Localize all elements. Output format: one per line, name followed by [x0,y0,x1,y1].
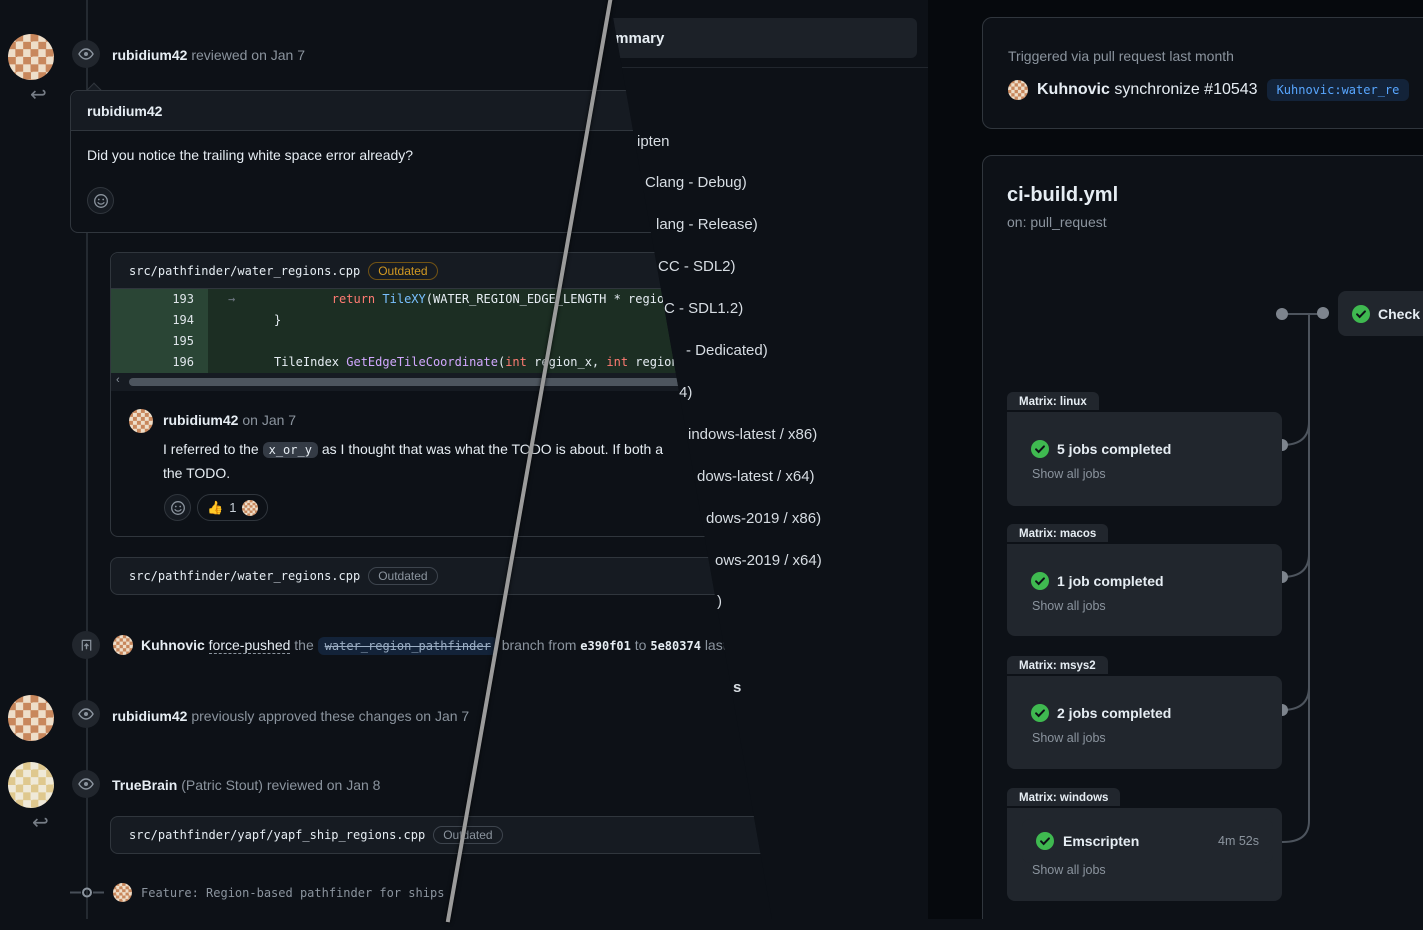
outdated-badge: Outdated [368,567,437,585]
check-circle-icon [1036,832,1054,850]
sidebar-job-item[interactable]: indows-latest / x86) [688,426,817,443]
sidebar-job-item[interactable]: dows-2019 / x86) [706,510,821,527]
show-all-jobs-link[interactable]: Show all jobs [1032,599,1106,613]
jobs-completed-label: 2 jobs completed [1057,705,1171,721]
emoji-reaction-button[interactable] [164,494,191,521]
review-author[interactable]: TrueBrain [112,777,177,793]
trigger-actor[interactable]: Kuhnovic [1037,81,1110,98]
scroll-left-arrow-icon[interactable]: ‹ [116,374,120,386]
workflow-graph-card: ci-build.yml on: pull_request Matrix: li… [982,155,1423,930]
matrix-tab: Matrix: linux [1007,392,1099,410]
job-node-msys2[interactable]: 2 jobs completed Show all jobs [1007,676,1282,769]
sidebar-job-item[interactable]: - Dedicated) [686,342,768,359]
line-number: 193 [111,289,208,310]
job-node-macos[interactable]: 1 job completed Show all jobs [1007,544,1282,636]
comment-author[interactable]: rubidium42 [87,103,162,119]
inline-code-chip: x_or_y [263,442,318,458]
line-number: 195 [111,331,208,352]
review-event-1: rubidium42 reviewed on Jan 7 [112,47,305,63]
show-all-jobs-link[interactable]: Show all jobs [1032,863,1106,877]
jobs-completed-label: 1 job completed [1057,573,1164,589]
line-number: 196 [111,352,208,373]
sidebar-job-item[interactable]: s [733,679,741,696]
job-node-emscripten[interactable]: Emscripten 4m 52s [1022,819,1273,863]
outdated-badge: Outdated [433,826,502,844]
job-node-check[interactable]: Check An [1338,291,1423,336]
avatar[interactable] [8,695,54,741]
job-name: Check An [1378,306,1423,322]
reply-arrow-icon: ↩ [32,810,49,835]
show-all-jobs-link[interactable]: Show all jobs [1032,467,1106,481]
file-path[interactable]: src/pathfinder/water_regions.cpp [129,569,360,583]
matrix-tab: Matrix: msys2 [1007,656,1108,674]
review-event-2: TrueBrain (Patric Stout) reviewed on Jan… [112,777,380,793]
sidebar-job-item[interactable]: C - SDL1.2) [664,300,743,317]
trigger-info-card: Triggered via pull request last month Ku… [982,17,1423,129]
check-circle-icon [1031,572,1049,590]
trigger-line: Triggered via pull request last month [1008,48,1234,64]
job-name: Emscripten [1063,833,1139,849]
line-number: 194 [111,310,208,331]
commit-icon [70,885,104,905]
reply-arrow-icon: ↩ [30,82,47,107]
repo-push-icon [72,631,100,659]
sidebar-job-item[interactable]: Clang - Debug) [645,174,747,191]
avatar[interactable] [8,762,54,808]
eye-icon [72,40,100,68]
commit-message[interactable]: Feature: Region-based pathfinder for shi… [141,886,444,900]
avatar[interactable] [1008,80,1028,100]
sidebar-job-item[interactable]: 4) [679,384,692,401]
thread-comment-author[interactable]: rubidium42 [163,412,238,428]
force-push-author[interactable]: Kuhnovic [141,637,205,653]
force-push-event: Kuhnovic force-pushed the water_region_p… [141,637,727,653]
jobs-completed-label: 5 jobs completed [1057,441,1171,457]
check-circle-icon [1031,440,1049,458]
avatar[interactable] [8,34,54,80]
pr-number-link[interactable]: #10543 [1204,81,1257,98]
matrix-tab: Matrix: windows [1007,788,1120,806]
sidebar-job-item[interactable]: lang - Release) [656,216,758,233]
outdated-badge: Outdated [368,262,437,280]
branch-chip[interactable]: water_region_pathfinder [318,637,498,655]
approved-author[interactable]: rubidium42 [112,708,187,724]
thumbs-up-icon: 👍 [207,500,223,516]
sidebar-job-item[interactable]: CC - SDL2) [658,258,736,275]
emoji-reaction-button[interactable] [87,187,114,214]
sidebar-job-item[interactable]: dows-latest / x64) [697,468,815,485]
avatar[interactable] [113,635,133,655]
approved-event: rubidium42 previously approved these cha… [112,708,469,724]
file-path[interactable]: src/pathfinder/water_regions.cpp [129,264,360,278]
sidebar-job-item[interactable]: ) [717,593,722,610]
trigger-actor-row: Kuhnovic synchronize #10543 Kuhnovic:wat… [1008,79,1409,101]
matrix-tab: Matrix: macos [1007,524,1108,542]
eye-icon [72,700,100,728]
job-node-linux[interactable]: 5 jobs completed Show all jobs [1007,412,1282,506]
commit-sha[interactable]: 5e80374 [650,639,701,653]
eye-icon [72,770,100,798]
job-duration: 4m 52s [1218,834,1259,848]
file-path[interactable]: src/pathfinder/yapf/yapf_ship_regions.cp… [129,828,425,842]
commit-sha[interactable]: e390f01 [580,639,631,653]
avatar [242,500,258,516]
thumbs-up-reaction-pill[interactable]: 👍 1 [197,494,268,521]
check-circle-icon [1352,305,1370,323]
review-author[interactable]: rubidium42 [112,47,187,63]
branch-badge[interactable]: Kuhnovic:water_re [1267,79,1410,101]
avatar[interactable] [129,409,153,433]
sidebar-job-item[interactable]: ipten [637,133,670,150]
thread-comment-header: rubidium42 on Jan 7 [163,412,296,428]
show-all-jobs-link[interactable]: Show all jobs [1032,731,1106,745]
sidebar-job-item[interactable]: ows-2019 / x64) [715,552,822,569]
check-circle-icon [1031,704,1049,722]
avatar[interactable] [113,883,132,902]
